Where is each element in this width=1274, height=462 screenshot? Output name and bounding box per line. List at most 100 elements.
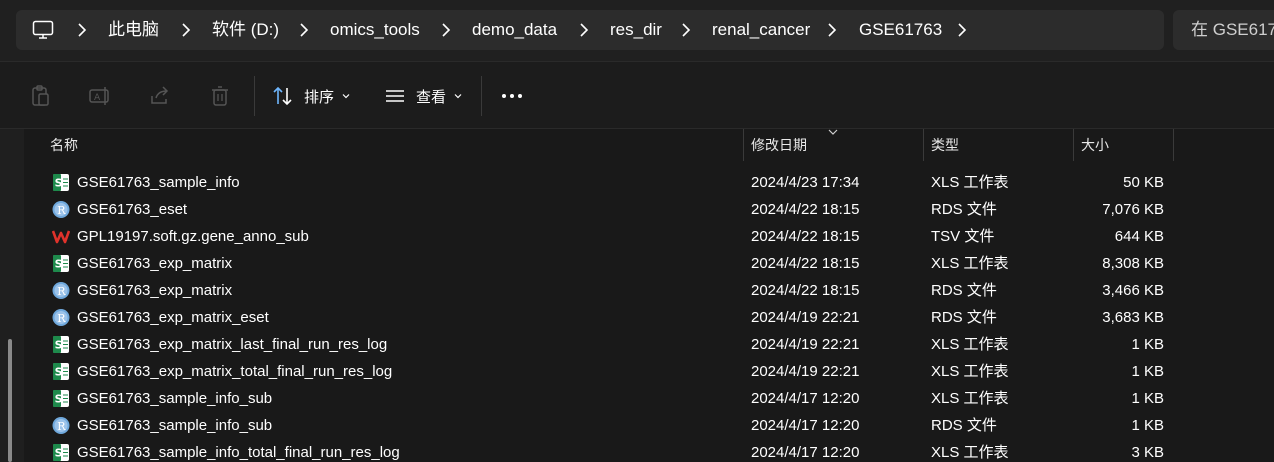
breadcrumb-drive-d[interactable]: 软件 (D:) <box>212 10 279 50</box>
file-size: 1 KB <box>1131 363 1164 380</box>
chevron-right-icon[interactable] <box>574 10 594 50</box>
rename-icon[interactable]: A <box>88 84 112 108</box>
breadcrumb-omics-tools[interactable]: omics_tools <box>330 10 420 50</box>
excel-sheet-icon: S <box>52 173 70 192</box>
file-size: 3,466 KB <box>1102 282 1164 299</box>
svg-text:A: A <box>94 93 101 103</box>
file-row[interactable]: S GSE61763_exp_matrix 2024/4/22 18:15 XLS 工… <box>28 250 1178 277</box>
file-type: XLS 工作表 <box>931 336 1009 353</box>
column-header-date[interactable]: 修改日期 <box>751 129 807 161</box>
search-placeholder: 在 GSE61763 <box>1191 20 1274 39</box>
address-row: 此电脑 软件 (D:) omics_tools demo_data res_di… <box>0 0 1274 61</box>
file-row[interactable]: S GSE61763_sample_info 2024/4/23 17:34 XLS … <box>28 169 1178 196</box>
sort-button[interactable]: 排序 <box>272 78 350 114</box>
navigation-pane-edge <box>0 129 24 462</box>
file-type: XLS 工作表 <box>931 255 1009 272</box>
file-size: 3,683 KB <box>1102 309 1164 326</box>
file-row[interactable]: R GSE61763_exp_matrix 2024/4/22 18:15 RDS 文… <box>28 277 1178 304</box>
column-header-type[interactable]: 类型 <box>931 129 959 161</box>
svg-text:S: S <box>55 447 63 460</box>
file-date: 2024/4/22 18:15 <box>751 201 860 218</box>
file-name: GSE61763_exp_matrix <box>77 255 233 272</box>
file-size: 1 KB <box>1131 417 1164 434</box>
file-type: XLS 工作表 <box>931 363 1009 380</box>
navigation-scrollbar[interactable] <box>8 339 12 462</box>
column-divider[interactable] <box>743 129 744 161</box>
r-file-icon: R <box>52 281 70 300</box>
file-date: 2024/4/22 18:15 <box>751 282 860 299</box>
file-date: 2024/4/17 12:20 <box>751 390 860 407</box>
file-row[interactable]: R GSE61763_eset 2024/4/22 18:15 RDS 文件 7,076… <box>28 196 1178 223</box>
column-divider[interactable] <box>1173 129 1174 161</box>
chevron-right-icon[interactable] <box>822 10 842 50</box>
file-date: 2024/4/22 18:15 <box>751 228 860 245</box>
file-date: 2024/4/17 12:20 <box>751 444 860 461</box>
excel-sheet-icon: S <box>52 443 70 462</box>
file-date: 2024/4/22 18:15 <box>751 255 860 272</box>
paste-icon[interactable] <box>28 84 52 108</box>
file-date: 2024/4/19 22:21 <box>751 363 860 380</box>
excel-sheet-icon: S <box>52 389 70 408</box>
sort-label: 排序 <box>304 88 335 106</box>
chevron-right-icon[interactable] <box>952 10 972 50</box>
chevron-right-icon[interactable] <box>72 10 92 50</box>
file-size: 50 KB <box>1123 174 1164 191</box>
file-name: GSE61763_exp_matrix_last_final_run_res_l… <box>77 336 388 353</box>
file-size: 7,076 KB <box>1102 201 1164 218</box>
file-size: 644 KB <box>1114 228 1164 245</box>
view-button[interactable]: 查看 <box>384 78 462 114</box>
file-size: 1 KB <box>1131 390 1164 407</box>
file-row[interactable]: GPL19197.soft.gz.gene_anno_sub 2024/4/22 … <box>28 223 1178 250</box>
chevron-down-icon <box>342 94 350 99</box>
file-type: RDS 文件 <box>931 282 997 299</box>
svg-text:R: R <box>57 312 66 325</box>
file-row[interactable]: S GSE61763_exp_matrix_total_final_run_res… <box>28 358 1178 385</box>
file-date: 2024/4/23 17:34 <box>751 174 860 191</box>
column-header-name[interactable]: 名称 <box>50 129 78 161</box>
file-name: GSE61763_exp_matrix <box>77 282 233 299</box>
toolbar-divider <box>254 76 255 116</box>
file-type: RDS 文件 <box>931 309 997 326</box>
r-file-icon: R <box>52 200 70 219</box>
breadcrumb-this-pc[interactable]: 此电脑 <box>108 10 159 50</box>
toolbar-divider <box>481 76 482 116</box>
chevron-down-icon <box>454 94 462 99</box>
this-pc-icon[interactable] <box>32 20 54 40</box>
breadcrumb-renal-cancer[interactable]: renal_cancer <box>712 10 810 50</box>
search-input[interactable]: 在 GSE61763 <box>1173 10 1274 50</box>
column-divider[interactable] <box>923 129 924 161</box>
column-divider[interactable] <box>1073 129 1074 161</box>
command-bar: A 排序 查看 <box>0 61 1274 129</box>
chevron-right-icon[interactable] <box>176 10 196 50</box>
breadcrumb-res-dir[interactable]: res_dir <box>610 10 662 50</box>
excel-sheet-icon: S <box>52 335 70 354</box>
file-type: TSV 文件 <box>931 228 995 245</box>
file-name: GSE61763_sample_info_sub <box>77 417 273 434</box>
svg-text:S: S <box>55 366 63 379</box>
sort-descending-icon <box>828 129 838 135</box>
breadcrumb-gse61763[interactable]: GSE61763 <box>859 10 942 50</box>
svg-text:S: S <box>55 177 63 190</box>
address-bar[interactable]: 此电脑 软件 (D:) omics_tools demo_data res_di… <box>16 10 1164 50</box>
chevron-right-icon[interactable] <box>676 10 696 50</box>
file-type: RDS 文件 <box>931 417 997 434</box>
svg-text:S: S <box>55 393 63 406</box>
file-row[interactable]: S GSE61763_exp_matrix_last_final_run_res_… <box>28 331 1178 358</box>
svg-text:R: R <box>57 285 66 298</box>
column-header-size[interactable]: 大小 <box>1081 129 1109 161</box>
file-row[interactable]: S GSE61763_sample_info_total_final_run_re… <box>28 439 1178 462</box>
chevron-right-icon[interactable] <box>436 10 456 50</box>
file-row[interactable]: S GSE61763_sample_info_sub 2024/4/17 12:20… <box>28 385 1178 412</box>
file-name: GSE61763_sample_info <box>77 174 240 191</box>
view-list-icon <box>386 90 404 102</box>
share-icon[interactable] <box>148 84 172 108</box>
breadcrumb-demo-data[interactable]: demo_data <box>472 10 557 50</box>
file-name: GPL19197.soft.gz.gene_anno_sub <box>77 228 309 245</box>
file-list: 名称 修改日期 类型 大小 S GSE61763_sample_info 2024/… <box>0 129 1274 462</box>
file-row[interactable]: R GSE61763_sample_info_sub 2024/4/17 12:20… <box>28 412 1178 439</box>
file-date: 2024/4/19 22:21 <box>751 336 860 353</box>
delete-icon[interactable] <box>208 84 232 108</box>
more-options-icon[interactable] <box>500 93 524 99</box>
file-row[interactable]: R GSE61763_exp_matrix_eset 2024/4/19 22:21… <box>28 304 1178 331</box>
chevron-right-icon[interactable] <box>294 10 314 50</box>
